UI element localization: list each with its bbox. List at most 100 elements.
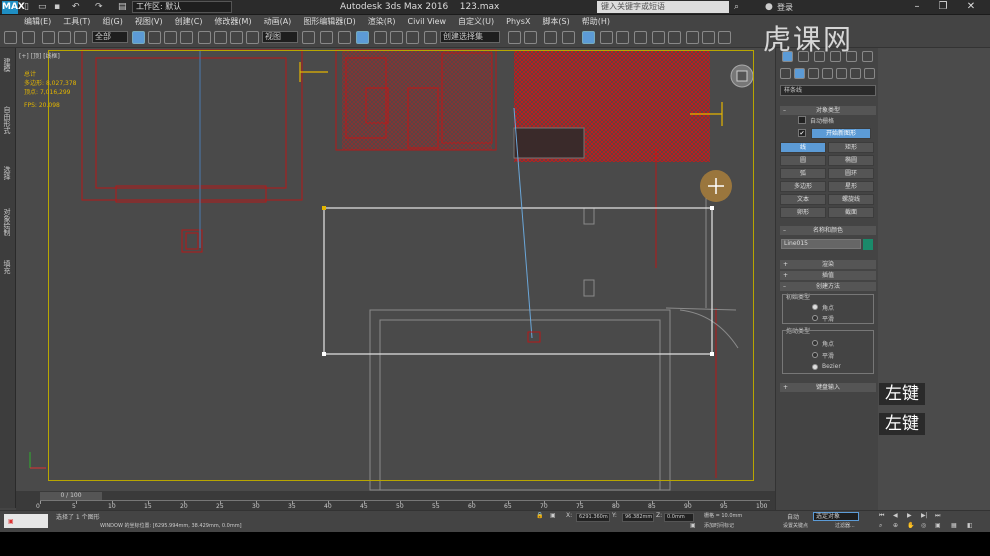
keyboard-entry-rollout[interactable]: + 键盘输入 [780,383,876,392]
next-frame-icon[interactable]: ▶| [921,512,928,519]
start-new-shape-checkbox[interactable]: ✔ [798,129,806,137]
lights-icon[interactable] [808,68,819,79]
menu-rendering[interactable]: 渲染(R) [362,16,402,27]
selection-filter-dropdown[interactable]: 全部 [92,31,128,43]
unlink-icon[interactable] [58,31,71,44]
select-object-icon[interactable] [132,31,145,44]
helpers-icon[interactable] [836,68,847,79]
utilities-tab-icon[interactable] [862,51,873,62]
menu-animation[interactable]: 动画(A) [258,16,298,27]
pan-icon[interactable]: ✋ [907,522,914,529]
x-coordinate-field[interactable]: 6291.360m [576,513,610,522]
geometry-icon[interactable] [780,68,791,79]
maximize-icon[interactable]: ❐ [932,0,954,15]
time-tag-icon[interactable]: ▣ [690,522,696,529]
star-button[interactable]: 星形 [828,181,874,192]
login-link[interactable]: 登录 [777,1,793,14]
z-coordinate-field[interactable]: 0.0mm [664,513,694,522]
menu-scripting[interactable]: 脚本(S) [536,16,575,27]
previous-frame-icon[interactable]: ◀ [893,512,898,519]
menu-create[interactable]: 创建(C) [169,16,209,27]
maxscript-listener[interactable]: ▣ [4,514,48,528]
user-icon[interactable]: ● [765,1,773,13]
new-file-icon[interactable]: ▯ [24,1,29,13]
lock-selection-icon[interactable]: 🔒 [536,512,543,519]
snaps-toggle-icon[interactable] [356,31,369,44]
absolute-mode-icon[interactable]: ▣ [550,512,556,519]
helix-button[interactable]: 螺旋线 [828,194,874,205]
time-slider[interactable]: 0 / 100 [40,492,102,500]
maximize-viewport-icon[interactable]: ▣ [935,522,941,529]
select-by-name-icon[interactable] [148,31,161,44]
angle-snap-icon[interactable] [374,31,387,44]
render-iterative-icon[interactable] [686,31,699,44]
y-coordinate-field[interactable]: 96.382mm [622,513,654,522]
selected-object-dropdown[interactable]: 选定对象 [813,512,859,521]
circle-button[interactable]: 圆 [780,155,826,166]
app-icon[interactable]: MAX [2,1,25,14]
menu-help[interactable]: 帮助(H) [576,16,616,27]
layer-explorer-icon[interactable] [544,31,557,44]
align-icon[interactable] [524,31,537,44]
section-button[interactable]: 截面 [828,207,874,218]
menu-views[interactable]: 视图(V) [129,16,169,27]
top-viewport[interactable]: [+] [顶] [线框] 总计 多边形: 8,027,378 顶点: 7,016… [16,48,775,491]
render-setup-icon[interactable] [634,31,647,44]
rectangle-button[interactable]: 矩形 [828,142,874,153]
add-time-tag[interactable]: 添加时间标记 [704,522,734,529]
named-selection-dropdown[interactable]: 创建选择集 [440,31,500,43]
redo-icon[interactable]: ↷ [95,1,103,13]
zoom-all-icon[interactable]: ⊕ [893,522,898,529]
close-icon[interactable]: ✕ [960,0,982,15]
rotate-icon[interactable] [214,31,227,44]
menu-civil-view[interactable]: Civil View [402,17,453,26]
auto-grid-checkbox[interactable] [798,116,806,124]
save-file-icon[interactable]: ▪ [54,1,60,13]
mirror-icon[interactable] [508,31,521,44]
object-color-swatch[interactable] [863,239,873,250]
auto-key-button[interactable]: 自动 [787,512,799,521]
search-input[interactable]: 键入关键字或短语 [597,1,729,13]
object-type-rollout[interactable]: – 对象类型 [780,106,876,115]
viewport-label[interactable]: [+] [顶] [线框] [19,51,60,60]
start-new-shape-button[interactable]: 开始新图形 [811,128,871,139]
object-name-field[interactable]: Line015 [781,239,861,249]
drag-bezier-radio[interactable] [812,364,818,370]
minimize-icon[interactable]: – [906,0,928,15]
menu-tools[interactable]: 工具(T) [57,16,96,27]
schematic-view-icon[interactable] [600,31,613,44]
interpolation-rollout[interactable]: + 插值 [780,271,876,280]
egg-button[interactable]: 卵形 [780,207,826,218]
line-button[interactable]: 线 [780,142,826,153]
rectangular-selection-icon[interactable] [164,31,177,44]
placement-icon[interactable] [246,31,259,44]
redo-icon[interactable] [22,31,35,44]
window-crossing-icon[interactable] [180,31,193,44]
menu-edit[interactable]: 编辑(E) [18,16,57,27]
edit-named-selections-icon[interactable] [424,31,437,44]
material-editor-icon[interactable] [616,31,629,44]
graphite-ribbon-icon[interactable] [562,31,575,44]
text-button[interactable]: 文本 [780,194,826,205]
ribbon-tab-selection[interactable]: 选择 [2,166,12,180]
menu-graph-editors[interactable]: 图形编辑器(D) [297,16,361,27]
curve-editor-icon[interactable] [582,31,595,44]
orbit-icon[interactable]: ◎ [921,522,926,529]
rendering-rollout[interactable]: + 渲染 [780,260,876,269]
field-of-view-icon[interactable]: ▦ [951,522,957,529]
ribbon-tab-freeform[interactable]: 自由形式 [2,106,12,134]
open-file-icon[interactable]: ▭ [38,1,47,13]
systems-icon[interactable] [864,68,875,79]
undo-icon[interactable] [4,31,17,44]
drag-smooth-radio[interactable] [812,352,818,358]
render-cloud-icon[interactable] [702,31,715,44]
name-color-rollout[interactable]: – 名称和颜色 [780,226,876,235]
select-manipulate-icon[interactable] [320,31,333,44]
render-production-icon[interactable] [668,31,681,44]
cameras-icon[interactable] [822,68,833,79]
ngon-button[interactable]: 多边形 [780,181,826,192]
keyboard-shortcut-icon[interactable] [338,31,351,44]
project-folder-icon[interactable]: ▤ [118,1,127,13]
shape-category-dropdown[interactable]: 样条线 [780,85,876,96]
menu-customize[interactable]: 自定义(U) [452,16,500,27]
